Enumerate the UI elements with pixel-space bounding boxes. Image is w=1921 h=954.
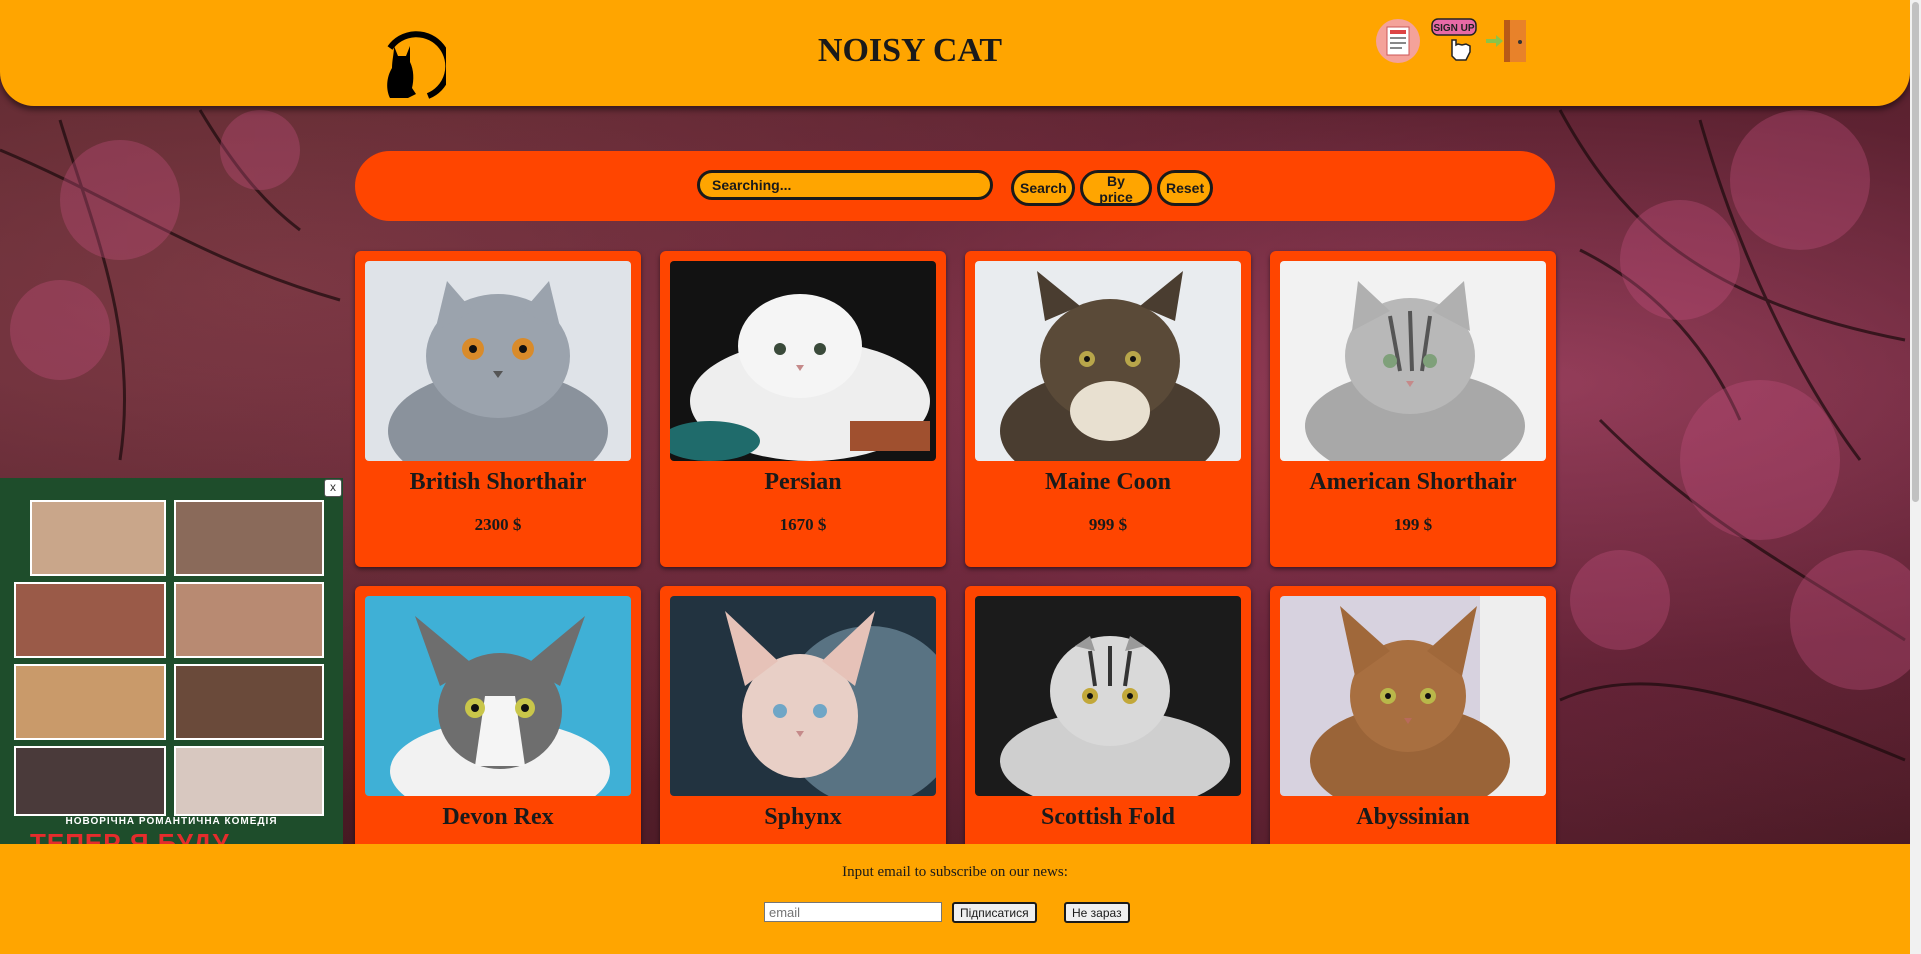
subscribe-footer: Input email to subscribe on our news: Пі… — [0, 844, 1910, 954]
ad-photo — [174, 746, 324, 816]
cat-photo — [975, 596, 1241, 796]
email-field[interactable] — [764, 902, 942, 922]
ad-photo — [30, 500, 166, 576]
cat-name: British Shorthair — [409, 469, 587, 495]
cat-photo — [1280, 596, 1546, 796]
cat-name: American Shorthair — [1309, 469, 1517, 495]
reset-button[interactable]: Reset — [1157, 170, 1213, 206]
cat-name: Devon Rex — [442, 804, 554, 830]
logout-icon[interactable] — [1484, 18, 1530, 64]
ad-photo — [174, 664, 324, 740]
ad-subtitle: НОВОРІЧНА РОМАНТИЧНА КОМЕДІЯ — [65, 816, 278, 827]
ad-banner[interactable]: НОВОРІЧНА РОМАНТИЧНА КОМЕДІЯ ТЕПЕР Я БУД… — [0, 478, 343, 844]
cat-photo — [1280, 261, 1546, 461]
news-icon[interactable] — [1375, 18, 1421, 64]
cat-photo — [365, 596, 631, 796]
subscribe-prompt: Input email to subscribe on our news: — [842, 864, 1068, 880]
svg-text:SIGN UP: SIGN UP — [1433, 23, 1474, 34]
ad-photo — [174, 582, 324, 658]
scrollbar-thumb[interactable] — [1912, 2, 1919, 502]
signup-icon[interactable]: SIGN UP — [1430, 16, 1480, 66]
search-bar: Search By price Reset — [355, 151, 1555, 221]
cat-price: 1670 $ — [779, 515, 827, 534]
cat-price: 2300 $ — [474, 515, 522, 534]
ad-photo — [174, 500, 324, 576]
cat-photo — [975, 261, 1241, 461]
cat-name: Maine Coon — [1045, 469, 1171, 495]
cat-name: Persian — [764, 469, 842, 495]
cat-name: Sphynx — [764, 804, 842, 830]
cat-card[interactable]: American Shorthair 199 $ — [1270, 251, 1556, 567]
ad-title: ТЕПЕР Я БУДУ — [30, 828, 230, 844]
cat-name: Abyssinian — [1356, 804, 1470, 830]
not-now-button[interactable]: Не зараз — [1064, 902, 1130, 923]
ad-close-button[interactable]: x — [324, 479, 342, 497]
site-header: NOISY CAT SIGN UP — [0, 0, 1910, 106]
cat-photo — [670, 596, 936, 796]
cat-card[interactable]: Maine Coon 999 $ — [965, 251, 1251, 567]
search-button[interactable]: Search — [1011, 170, 1075, 206]
cat-photo — [670, 261, 936, 461]
ad-photo — [14, 746, 166, 816]
cat-price: 199 $ — [1393, 515, 1433, 534]
sort-by-price-button[interactable]: By price — [1080, 170, 1152, 206]
ad-photo — [14, 582, 166, 658]
cat-photo — [365, 261, 631, 461]
ad-photo — [14, 664, 166, 740]
cat-price: 999 $ — [1088, 515, 1128, 534]
cat-name: Scottish Fold — [1040, 804, 1175, 830]
cat-card[interactable]: Persian 1670 $ — [660, 251, 946, 567]
subscribe-button[interactable]: Підписатися — [952, 902, 1037, 923]
search-input[interactable] — [697, 170, 993, 200]
site-title: NOISY CAT — [817, 32, 1003, 69]
cat-card[interactable]: British Shorthair 2300 $ — [355, 251, 641, 567]
